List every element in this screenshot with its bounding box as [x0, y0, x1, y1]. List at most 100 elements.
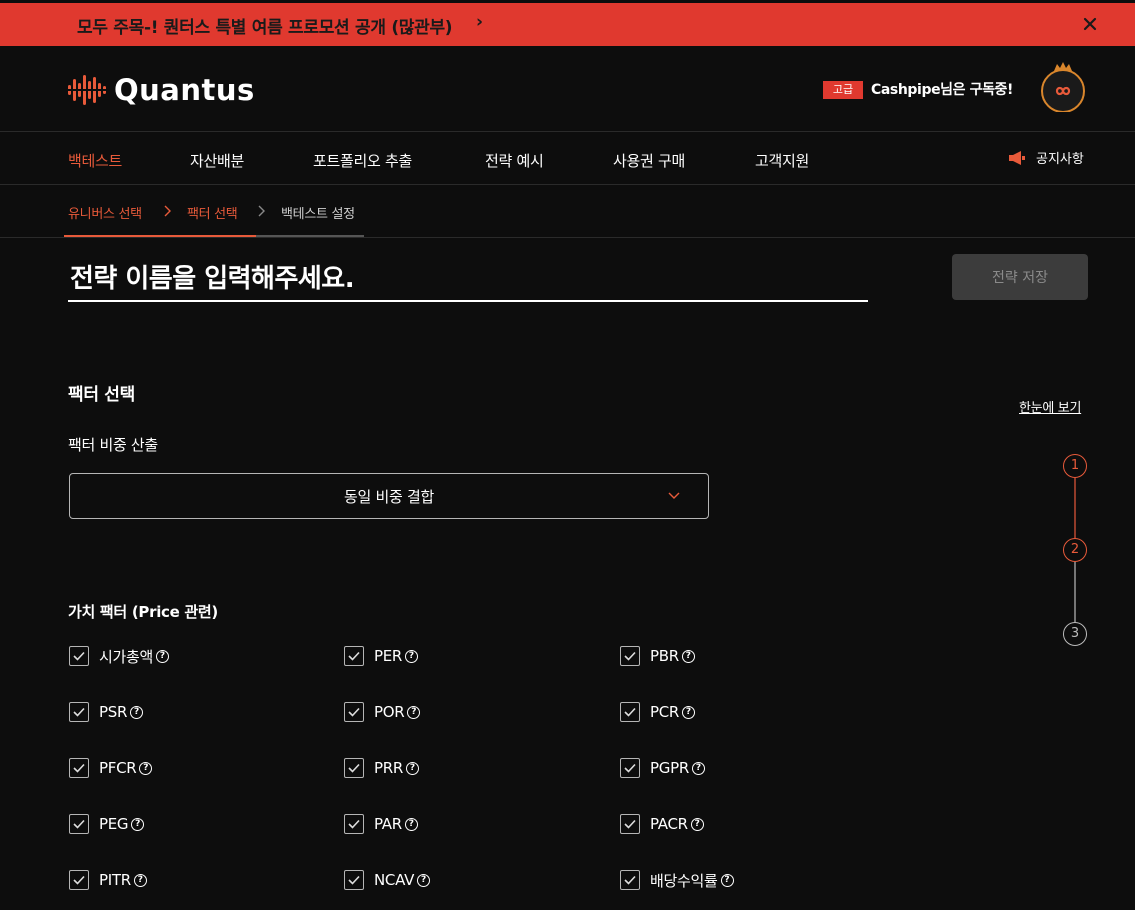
checkbox[interactable] — [69, 870, 89, 890]
help-icon[interactable]: ? — [407, 705, 421, 719]
help-icon[interactable]: ? — [690, 817, 704, 831]
nav-item-asset-allocation[interactable]: 자산배분 — [190, 150, 244, 171]
breadcrumb-progress-done — [64, 235, 256, 237]
check-icon — [348, 819, 360, 829]
factor-checkbox-item[interactable]: PRR? — [344, 758, 419, 778]
factor-checkbox-item[interactable]: PBR? — [620, 646, 695, 666]
help-icon[interactable]: ? — [404, 817, 418, 831]
check-icon — [348, 875, 360, 885]
nav-item-portfolio-extract[interactable]: 포트폴리오 추출 — [313, 150, 412, 171]
help-icon[interactable]: ? — [405, 649, 419, 663]
help-icon[interactable]: ? — [131, 817, 145, 831]
breadcrumb-factor[interactable]: 팩터 선택 — [187, 203, 238, 222]
checkbox[interactable] — [69, 758, 89, 778]
step-1[interactable]: 1 — [1063, 454, 1087, 478]
factor-checkbox-item[interactable]: PAR? — [344, 814, 418, 834]
checkbox[interactable] — [620, 814, 640, 834]
checkbox[interactable] — [620, 870, 640, 890]
help-icon[interactable]: ? — [691, 761, 705, 775]
factor-label: PACR — [650, 815, 688, 833]
step-2[interactable]: 2 — [1063, 538, 1087, 562]
factor-checkbox-item[interactable]: 배당수익률? — [620, 870, 734, 890]
checkbox[interactable] — [344, 758, 364, 778]
help-icon[interactable]: ? — [406, 761, 419, 775]
factor-checkbox-item[interactable]: PFCR? — [69, 758, 153, 778]
factor-label: 배당수익률 — [650, 871, 718, 890]
check-icon — [624, 651, 636, 661]
checkbox[interactable] — [69, 646, 89, 666]
checkbox[interactable] — [620, 702, 640, 722]
factor-label: PCR — [650, 703, 680, 721]
notice-label: 공지사항 — [1036, 152, 1084, 167]
weight-method-label: 팩터 비중 산출 — [68, 436, 158, 454]
notice-link[interactable]: 공지사항 — [1008, 148, 1084, 167]
close-icon[interactable] — [1082, 16, 1098, 32]
check-icon — [624, 819, 636, 829]
factor-checkbox-item[interactable]: PEG? — [69, 814, 145, 834]
weight-method-value: 동일 비중 결합 — [344, 487, 434, 506]
factor-checkbox-item[interactable]: PACR? — [620, 814, 704, 834]
chevron-down-icon — [668, 492, 680, 499]
checkbox[interactable] — [344, 870, 364, 890]
help-icon[interactable]: ? — [139, 761, 153, 775]
factor-checkbox-item[interactable]: PSR? — [69, 702, 144, 722]
crown-avatar-icon — [1041, 62, 1085, 113]
help-icon[interactable]: ? — [681, 649, 695, 663]
nav-item-strategy-examples[interactable]: 전략 예시 — [485, 150, 544, 171]
help-icon[interactable]: ? — [130, 705, 144, 719]
overview-link[interactable]: 한눈에 보기 — [1019, 397, 1081, 416]
subscription-status: Cashpipe님은 구독중! — [871, 82, 1014, 98]
megaphone-icon — [1009, 150, 1025, 165]
nav-item-purchase[interactable]: 사용권 구매 — [613, 150, 685, 171]
checkbox[interactable] — [69, 702, 89, 722]
strategy-name-input[interactable] — [68, 258, 868, 302]
step-3[interactable]: 3 — [1063, 622, 1087, 646]
promo-banner[interactable]: 모두 주목-! 퀀터스 특별 여름 프로모션 공개 (많관부) › — [0, 3, 1135, 46]
nav-item-support[interactable]: 고객지원 — [755, 150, 809, 171]
factor-label: PITR — [99, 871, 131, 889]
logo[interactable]: Quantus — [68, 70, 268, 110]
help-icon[interactable]: ? — [133, 873, 147, 887]
promo-text[interactable]: 모두 주목-! 퀀터스 특별 여름 프로모션 공개 (많관부) — [77, 13, 453, 38]
check-icon — [348, 651, 360, 661]
factor-checkbox-item[interactable]: NCAV? — [344, 870, 431, 890]
save-strategy-button[interactable]: 전략 저장 — [952, 254, 1088, 300]
factor-checkbox-item[interactable]: 시가총액? — [69, 646, 170, 666]
avatar[interactable] — [1040, 60, 1086, 113]
check-icon — [624, 763, 636, 773]
checkbox[interactable] — [620, 758, 640, 778]
checkbox[interactable] — [344, 702, 364, 722]
factor-label: PSR — [99, 703, 128, 721]
factor-label: NCAV — [374, 871, 415, 889]
help-icon[interactable]: ? — [156, 649, 170, 663]
check-icon — [73, 707, 85, 717]
logo-text: Quantus — [114, 73, 255, 107]
help-icon[interactable]: ? — [720, 873, 734, 887]
help-icon[interactable]: ? — [682, 705, 696, 719]
checkbox[interactable] — [620, 646, 640, 666]
factor-label: PAR — [374, 815, 402, 833]
chevron-right-icon — [258, 205, 265, 217]
breadcrumb-backtest-settings[interactable]: 백테스트 설정 — [281, 203, 355, 222]
step-indicator: 1 2 3 — [1062, 454, 1088, 650]
factor-label: PGPR — [650, 759, 689, 777]
help-icon[interactable]: ? — [417, 873, 431, 887]
factor-checkbox-item[interactable]: PITR? — [69, 870, 147, 890]
checkbox[interactable] — [344, 646, 364, 666]
breadcrumb-progress-current — [256, 235, 364, 237]
factor-checkbox-item[interactable]: PCR? — [620, 702, 696, 722]
breadcrumb-universe[interactable]: 유니버스 선택 — [68, 203, 142, 222]
checkbox[interactable] — [69, 814, 89, 834]
chevron-right-icon[interactable]: › — [476, 12, 483, 32]
factor-checkbox-item[interactable]: PER? — [344, 646, 419, 666]
factor-checkbox-item[interactable]: PGPR? — [620, 758, 705, 778]
nav-item-backtest[interactable]: 백테스트 — [68, 150, 122, 171]
factor-label: 시가총액 — [99, 647, 154, 666]
check-icon — [348, 707, 360, 717]
check-icon — [73, 819, 85, 829]
factor-group-title: 가치 팩터 (Price 관련) — [68, 603, 218, 621]
weight-method-select[interactable]: 동일 비중 결합 — [69, 473, 709, 519]
tier-badge: 고급 — [823, 81, 863, 99]
factor-checkbox-item[interactable]: POR? — [344, 702, 421, 722]
checkbox[interactable] — [344, 814, 364, 834]
